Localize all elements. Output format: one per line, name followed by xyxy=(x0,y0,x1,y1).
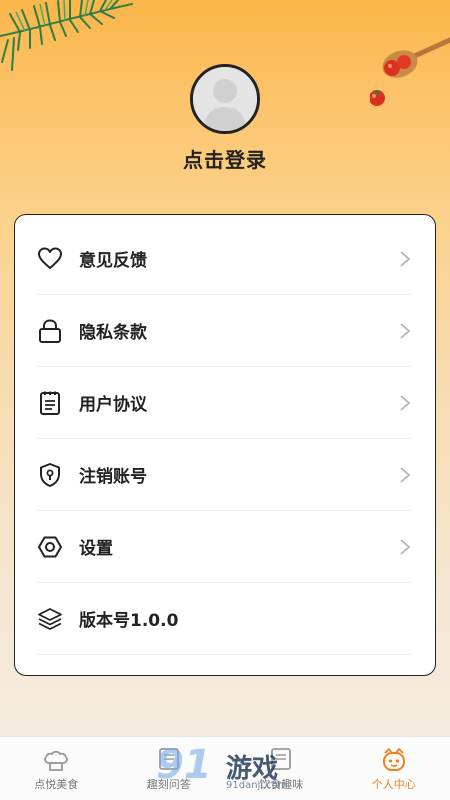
tab-label: 饮食趣味 xyxy=(259,778,304,791)
chevron-right-icon xyxy=(400,538,411,555)
menu-item-user-agreement[interactable]: 用户协议 xyxy=(37,367,411,439)
chevron-right-icon xyxy=(400,466,411,483)
tab-quiz[interactable]: 趣刻问答 xyxy=(113,737,226,800)
menu-item-delete-account[interactable]: 注销账号 xyxy=(37,439,411,511)
menu-item-label: 隐私条款 xyxy=(79,323,147,343)
chevron-right-icon xyxy=(400,250,411,267)
quiz-icon xyxy=(158,748,179,770)
tab-label: 趣刻问答 xyxy=(146,778,191,791)
face-icon xyxy=(382,748,405,771)
avatar[interactable] xyxy=(190,64,260,134)
tab-label: 个人中心 xyxy=(371,778,416,791)
heart-icon xyxy=(37,246,63,272)
document-icon xyxy=(37,390,63,416)
chef-hat-icon xyxy=(44,750,69,771)
login-button[interactable]: 点击登录 xyxy=(0,144,450,173)
menu-item-label: 注销账号 xyxy=(79,467,147,487)
chevron-right-icon xyxy=(400,322,411,339)
hexagon-gear-icon xyxy=(37,534,63,560)
chevron-right-icon xyxy=(400,394,411,411)
tab-label: 点悦美食 xyxy=(34,778,79,791)
bottom-tab-bar: 点悦美食 趣刻问答 饮食趣味 个人中心 xyxy=(0,736,450,800)
lock-icon xyxy=(37,318,63,344)
shield-keyhole-icon xyxy=(37,462,63,488)
profile-section: 点击登录 xyxy=(0,64,450,173)
menu-item-label: 意见反馈 xyxy=(79,251,147,271)
tab-profile[interactable]: 个人中心 xyxy=(338,737,450,800)
menu-card: 意见反馈 隐私条款 用户协议 注销账号 设置 版本号1.0.0 xyxy=(14,214,436,676)
food-fun-icon xyxy=(271,748,292,770)
menu-item-version: 版本号1.0.0 xyxy=(37,583,411,655)
version-label: 版本号1.0.0 xyxy=(79,611,179,631)
user-silhouette-icon xyxy=(193,67,257,131)
menu-item-settings[interactable]: 设置 xyxy=(37,511,411,583)
menu-item-privacy[interactable]: 隐私条款 xyxy=(37,295,411,367)
menu-item-feedback[interactable]: 意见反馈 xyxy=(37,223,411,295)
tab-food[interactable]: 点悦美食 xyxy=(0,737,113,800)
menu-item-label: 用户协议 xyxy=(79,395,147,415)
tab-food-fun[interactable]: 饮食趣味 xyxy=(225,737,338,800)
menu-item-label: 设置 xyxy=(79,539,113,559)
layers-icon xyxy=(37,606,63,632)
